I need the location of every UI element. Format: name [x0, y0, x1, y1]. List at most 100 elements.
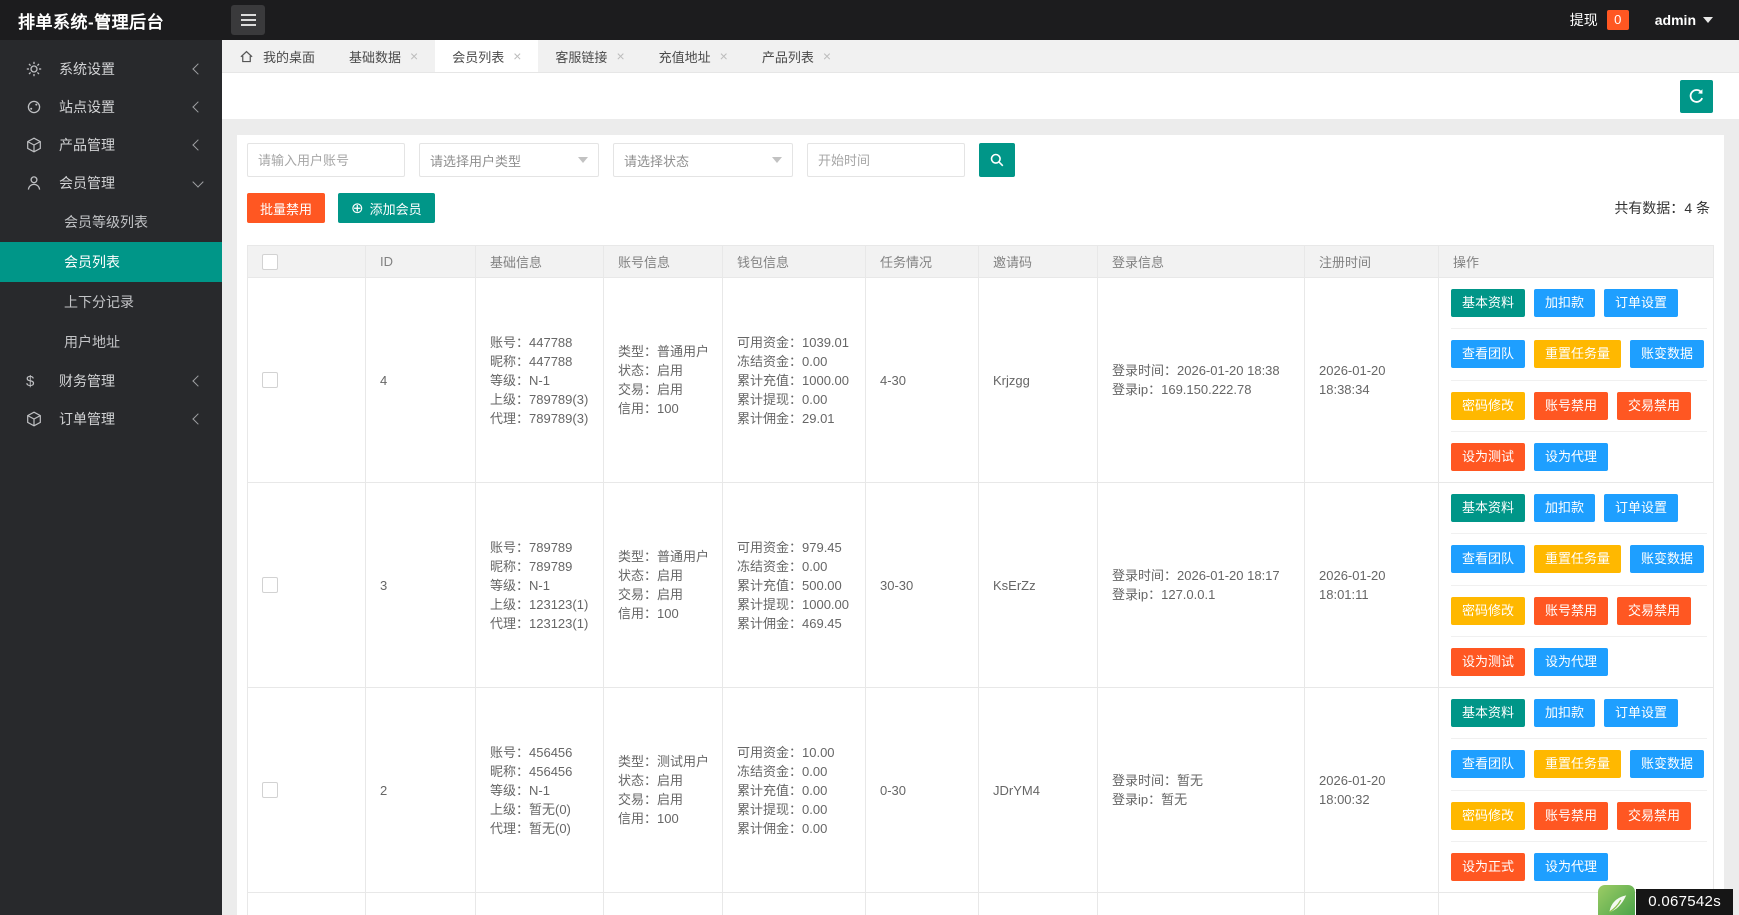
tab[interactable]: 基础数据 × [332, 40, 435, 72]
add-member-button[interactable]: ⊕ 添加会员 [338, 193, 435, 223]
row-action-button[interactable]: 交易禁用 [1617, 391, 1692, 420]
row-action-button[interactable]: 查看团队 [1451, 750, 1526, 779]
row-action-button[interactable]: 设为代理 [1534, 852, 1609, 881]
row-action-button[interactable]: 账变数据 [1630, 340, 1705, 369]
column-header: 操作 [1453, 255, 1480, 270]
row-checkbox[interactable] [262, 782, 278, 798]
member-table: ID 基础信息 账号信息 钱包信息 任务情况 邀请码 登录信息 注册时间 操作 4 账号：44778… [247, 245, 1714, 915]
hamburger-menu-icon[interactable] [231, 5, 265, 35]
cell-register-time: 2026-01-20 18:38:34 [1305, 278, 1439, 482]
chevron-left-icon [192, 413, 204, 425]
select-all-checkbox[interactable] [262, 253, 278, 270]
row-action-button[interactable]: 订单设置 [1604, 289, 1679, 318]
user-type-select[interactable]: 请选择用户类型 [419, 143, 599, 177]
sidebar-subitem[interactable]: 用户地址 [0, 322, 222, 362]
row-action-button[interactable]: 设为测试 [1451, 442, 1526, 471]
row-action-button[interactable]: 重置任务量 [1534, 545, 1622, 574]
cell-task-status: 30-30 [866, 483, 979, 687]
row-action-button[interactable]: 账变数据 [1630, 750, 1705, 779]
tab-label: 客服链接 [555, 49, 608, 65]
row-action-button[interactable]: 密码修改 [1451, 391, 1526, 420]
row-action-button[interactable]: 重置任务量 [1534, 750, 1622, 779]
tab[interactable]: 客服链接 × [538, 40, 641, 72]
cell-login-info: 登录时间：2026-01-20 18:38 登录ip：169.150.222.78 [1098, 278, 1305, 482]
close-icon[interactable]: × [410, 49, 418, 63]
sidebar-item[interactable]: $ 财务管理 [0, 362, 222, 400]
app-title: 排单系统-管理后台 [18, 12, 165, 32]
row-action-button[interactable]: 账号禁用 [1534, 596, 1609, 625]
close-icon[interactable]: × [616, 49, 624, 63]
tab[interactable]: 我的桌面 [222, 40, 332, 72]
sidebar-subitem[interactable]: 上下分记录 [0, 282, 222, 322]
sidebar-item[interactable]: 订单管理 [0, 400, 222, 438]
batch-disable-button[interactable]: 批量禁用 [247, 193, 326, 223]
table-row: 4 账号：447788 昵称：447788 等级：N-1 上级：789789(3) 代理：… [248, 277, 1713, 482]
row-action-button[interactable]: 加扣款 [1534, 699, 1596, 728]
row-checkbox[interactable] [262, 577, 278, 593]
tab-label: 会员列表 [452, 49, 505, 65]
member-list-panel: 请选择用户类型 请选择状态 批量禁用 ⊕ 添加会员 共有数据 [237, 135, 1724, 915]
tab[interactable]: 产品列表 × [745, 40, 848, 72]
cell-invite-code [979, 893, 1098, 915]
close-icon[interactable]: × [720, 49, 728, 63]
row-action-button[interactable]: 密码修改 [1451, 596, 1526, 625]
table-header-row: ID 基础信息 账号信息 钱包信息 任务情况 邀请码 登录信息 注册时间 操作 [248, 246, 1713, 277]
sidebar-item-label: 订单管理 [59, 411, 115, 427]
page-timer: 0.067542s [1598, 878, 1733, 915]
username: admin [1654, 12, 1696, 28]
cell-task-status [866, 893, 979, 915]
sidebar-subitem[interactable]: 会员列表 [0, 242, 222, 282]
sidebar-subitem[interactable]: 会员等级列表 [0, 202, 222, 242]
cell-register-time: 2026-01-20 18:00:32 [1305, 688, 1439, 892]
user-menu[interactable]: admin [1655, 12, 1713, 28]
sidebar-item[interactable]: 会员管理 [0, 164, 222, 202]
withdraw-count-badge: 0 [1606, 10, 1629, 30]
sidebar-item[interactable]: 站点设置 [0, 88, 222, 126]
sidebar-item[interactable]: 产品管理 [0, 126, 222, 164]
search-icon [990, 153, 1004, 167]
cell-task-status: 0-30 [866, 688, 979, 892]
tab[interactable]: 充值地址 × [642, 40, 745, 72]
row-action-button[interactable]: 密码修改 [1451, 801, 1526, 830]
cell-wallet-info: 可用资金：1039.01 冻结资金：0.00 累计充值：1000.00 累计提现：0.… [723, 278, 866, 482]
row-action-button[interactable]: 账号禁用 [1534, 801, 1609, 830]
row-action-button[interactable]: 交易禁用 [1617, 596, 1692, 625]
column-header: 基础信息 [476, 246, 604, 277]
row-action-button[interactable]: 订单设置 [1604, 699, 1679, 728]
row-action-button[interactable]: 设为代理 [1534, 647, 1609, 676]
account-search-input[interactable] [247, 143, 405, 177]
withdraw-menu[interactable]: 提现 0 [1570, 10, 1629, 30]
row-action-button[interactable]: 订单设置 [1604, 494, 1679, 523]
start-time-input[interactable] [807, 143, 965, 177]
close-icon[interactable]: × [513, 49, 521, 63]
row-action-button[interactable]: 查看团队 [1451, 340, 1526, 369]
row-action-button[interactable]: 设为测试 [1451, 647, 1526, 676]
row-action-button[interactable]: 交易禁用 [1617, 801, 1692, 830]
tab[interactable]: 会员列表 × [435, 40, 539, 72]
search-button[interactable] [979, 143, 1015, 177]
gear-icon [26, 61, 44, 77]
row-action-button[interactable]: 账号禁用 [1534, 391, 1609, 420]
row-action-button[interactable]: 基本资料 [1451, 699, 1526, 728]
row-action-button[interactable]: 加扣款 [1534, 289, 1596, 318]
tab-label: 基础数据 [349, 49, 402, 65]
cell-account-info: 类型：普通用户 状态：启用 交易：启用 信用：100 [604, 483, 723, 687]
row-action-button[interactable]: 基本资料 [1451, 289, 1526, 318]
row-action-button[interactable]: 设为代理 [1534, 442, 1609, 471]
row-action-button[interactable]: 查看团队 [1451, 545, 1526, 574]
row-checkbox[interactable] [262, 372, 278, 388]
sidebar-item[interactable]: 系统设置 [0, 50, 222, 88]
refresh-button[interactable] [1680, 79, 1713, 113]
table-row: 2 账号：456456 昵称：456456 等级：N-1 上级：暂无(0) 代理：暂无(0… [248, 687, 1713, 892]
status-select[interactable]: 请选择状态 [613, 143, 793, 177]
row-action-button[interactable]: 设为正式 [1451, 852, 1526, 881]
column-header: ID [366, 246, 476, 277]
row-action-button[interactable]: 加扣款 [1534, 494, 1596, 523]
row-action-button[interactable]: 重置任务量 [1534, 340, 1622, 369]
close-icon[interactable]: × [823, 49, 831, 63]
total-count-text: 共有数据：4 条 [1614, 200, 1710, 216]
table-row: 3 账号：789789 昵称：789789 等级：N-1 上级：123123(1) 代理：… [248, 482, 1713, 687]
row-action-button[interactable]: 账变数据 [1630, 545, 1705, 574]
leaf-icon[interactable] [1598, 885, 1636, 915]
row-action-button[interactable]: 基本资料 [1451, 494, 1526, 523]
